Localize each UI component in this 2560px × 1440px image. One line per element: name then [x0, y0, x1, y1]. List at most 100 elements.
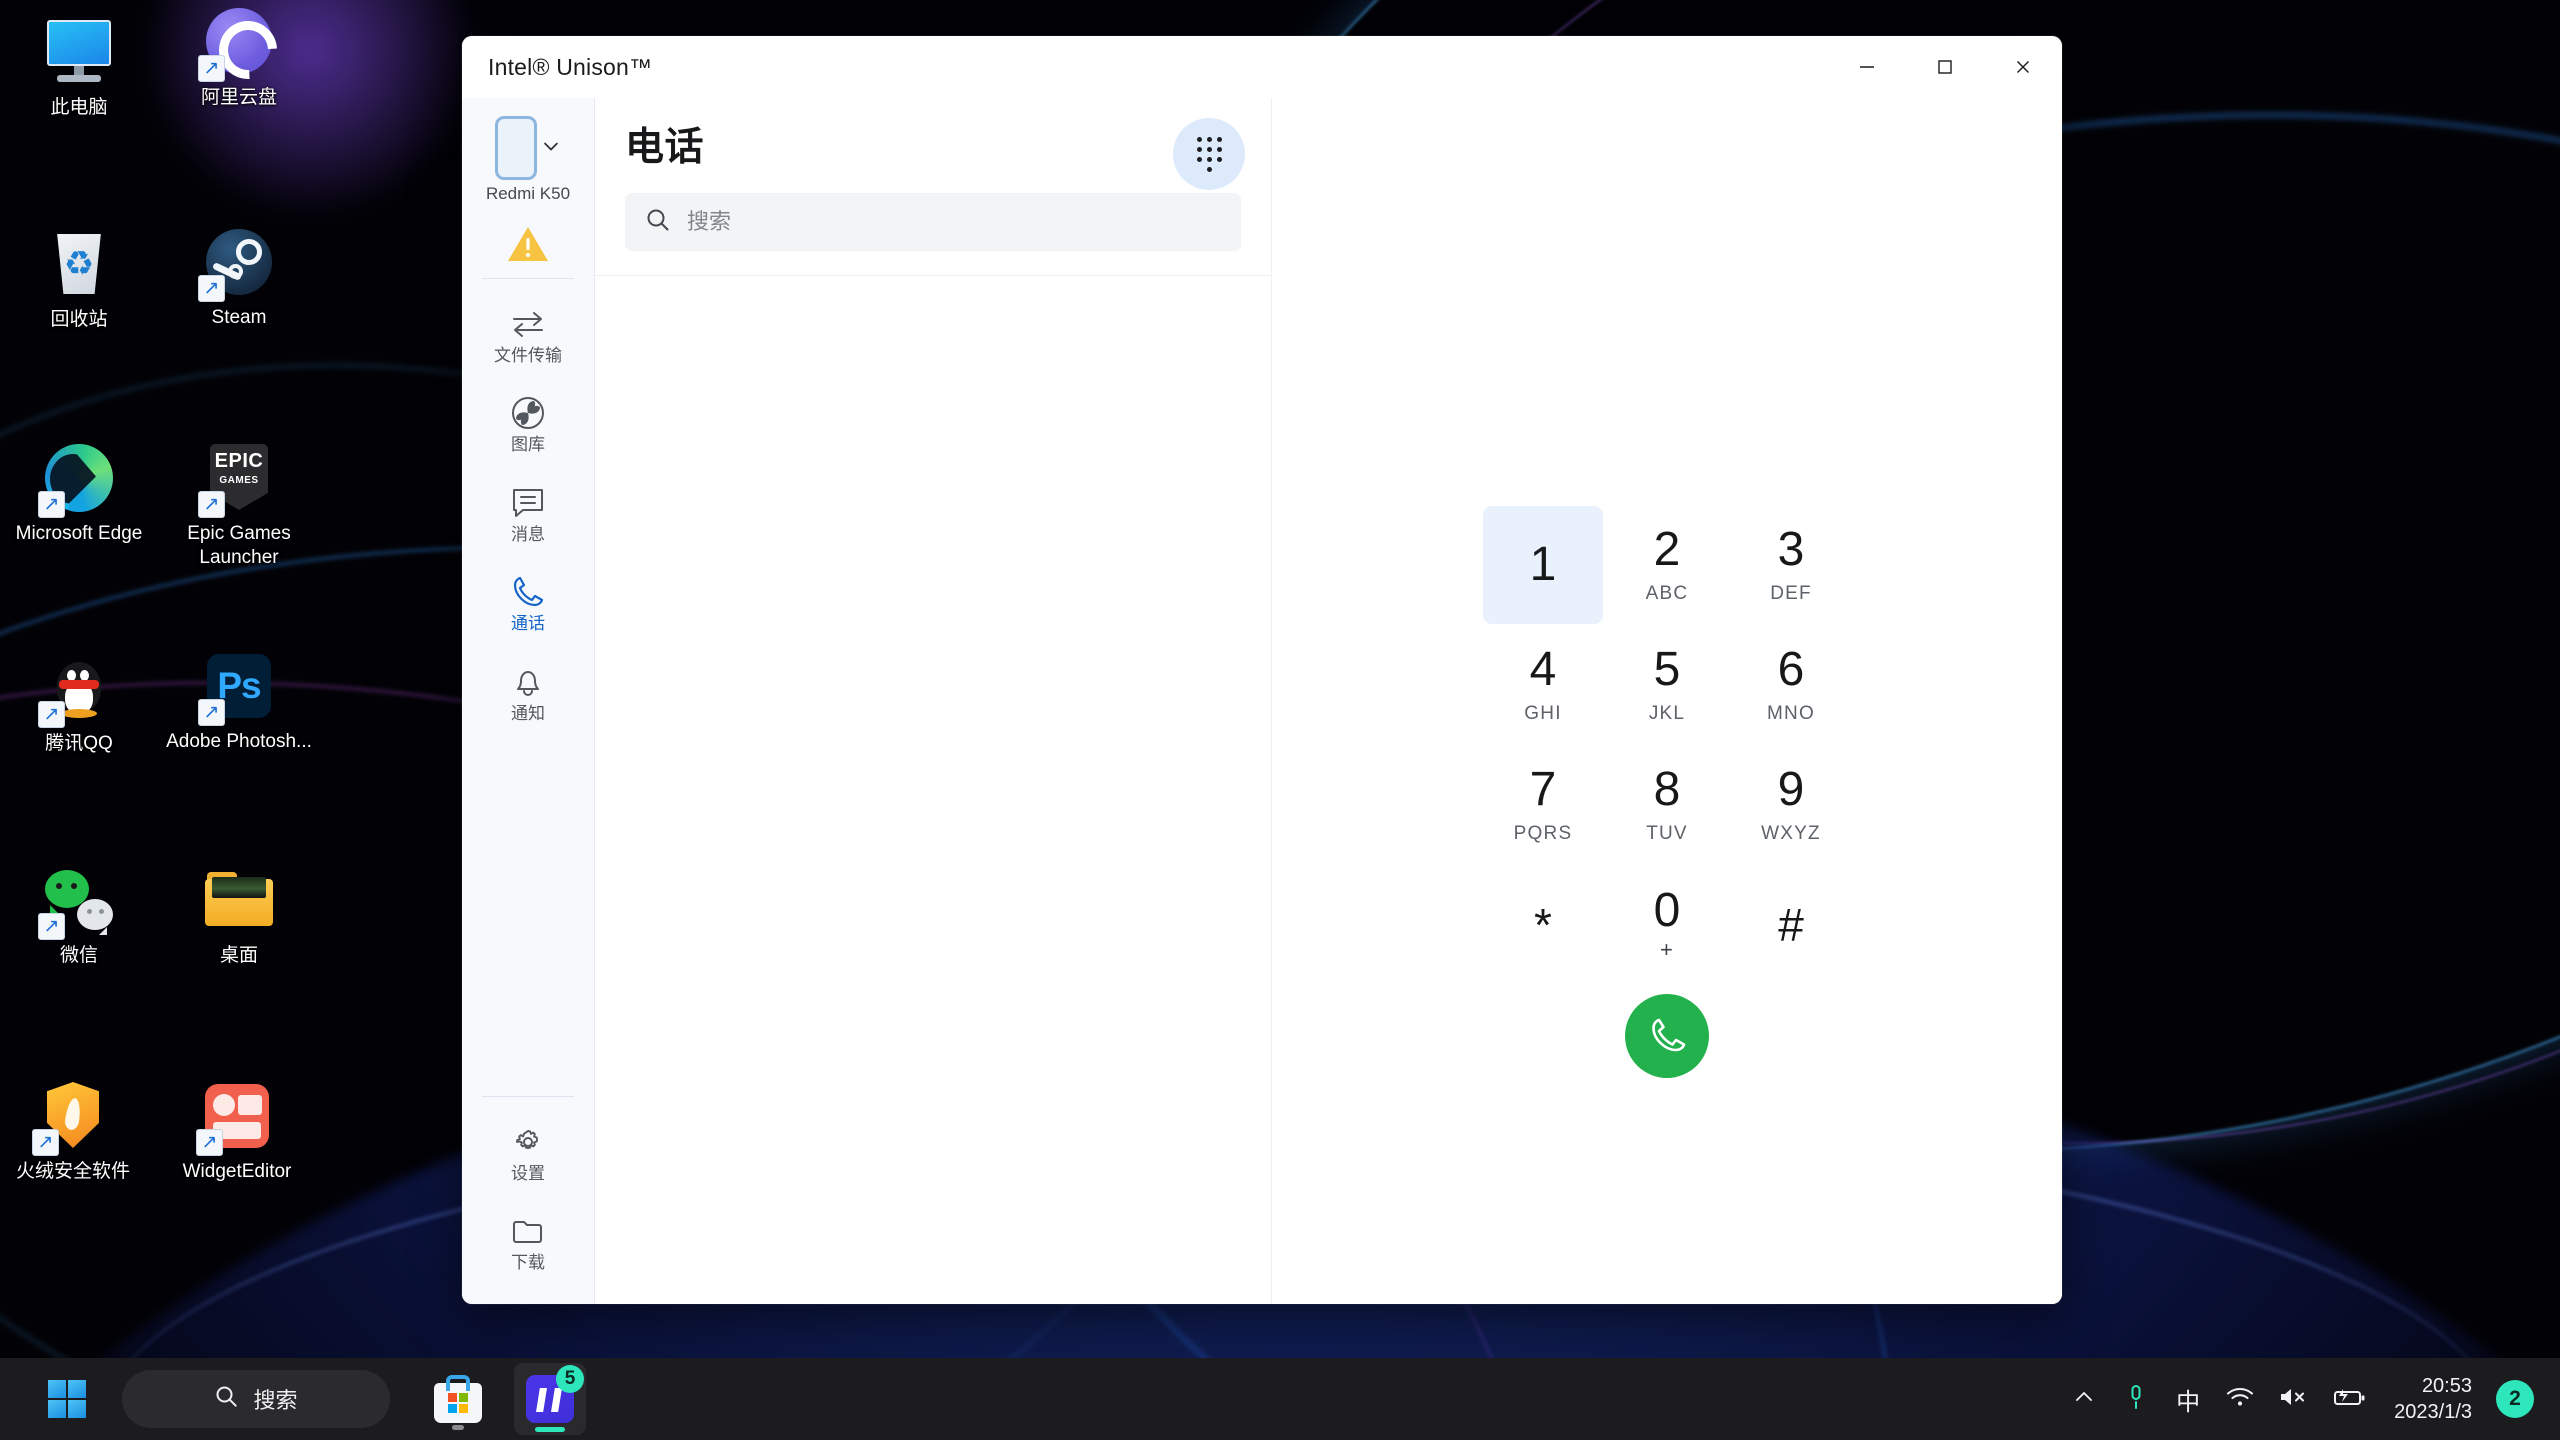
dialpad-key-5[interactable]: 5 JKL: [1607, 626, 1727, 744]
desktop-icon-epic-games-launcher[interactable]: EPIC GAMES ↗ Epic Games Launcher: [160, 440, 318, 570]
folder-icon: [201, 862, 277, 938]
windows-taskbar: 搜索 5 中 20:53 2023/1/3 2: [0, 1358, 2560, 1440]
tray-ime-button[interactable]: 中: [2164, 1368, 2212, 1430]
dialpad-key-hash[interactable]: #: [1731, 866, 1851, 984]
sidebar-item-label: 通话: [511, 614, 545, 634]
desktop-icon-adobe-photoshop[interactable]: Ps ↗ Adobe Photosh...: [160, 648, 318, 754]
taskbar-search-label: 搜索: [253, 1388, 298, 1413]
dialpad-key-2[interactable]: 2 ABC: [1607, 506, 1727, 624]
tray-microphone-button[interactable]: [2112, 1368, 2160, 1430]
key-digit: 0: [1653, 884, 1681, 937]
minimize-button[interactable]: [1828, 36, 1906, 98]
desktop-icon-tencent-qq[interactable]: ↗ 腾讯QQ: [0, 650, 158, 756]
tray-volume-button[interactable]: [2268, 1368, 2318, 1430]
key-digit: 8: [1653, 762, 1681, 816]
desktop-icon-label: 此电脑: [50, 97, 108, 118]
windows-start-icon: [48, 1380, 86, 1418]
desktop-icon-label: WidgetEditor: [182, 1161, 292, 1182]
desktop-icon-this-pc[interactable]: 此电脑: [0, 14, 158, 120]
desktop-icon-recycle-bin[interactable]: 回收站: [0, 226, 158, 332]
tray-network-button[interactable]: [2216, 1368, 2264, 1430]
dialpad-key-7[interactable]: 7 PQRS: [1483, 746, 1603, 864]
clock-date: 2023/1/3: [2394, 1401, 2472, 1423]
sidebar-item-label: 设置: [511, 1163, 545, 1183]
connection-warning-button[interactable]: [462, 210, 594, 276]
phone-outline-icon: [494, 116, 537, 180]
sidebar-item-gallery[interactable]: 图库: [462, 378, 594, 468]
phone-number-field[interactable]: [1457, 418, 1877, 488]
key-digit: 4: [1529, 642, 1557, 696]
desktop-icon-aliyun-drive[interactable]: ↗ 阿里云盘: [160, 4, 318, 110]
sidebar-item-label: 消息: [511, 524, 545, 544]
sidebar-item-file-transfer[interactable]: 文件传输: [462, 289, 594, 379]
sidebar-item-messages[interactable]: 消息: [462, 468, 594, 558]
notification-center-badge[interactable]: 2: [2496, 1380, 2534, 1418]
sidebar-item-downloads[interactable]: 下载: [462, 1196, 594, 1286]
dialpad-key-4[interactable]: 4 GHI: [1483, 626, 1603, 744]
device-selector[interactable]: Redmi K50: [462, 116, 594, 210]
key-digit: 1: [1529, 538, 1557, 591]
sidebar-item-label: 图库: [511, 435, 545, 455]
tray-expand-button[interactable]: [2060, 1368, 2108, 1430]
key-digit: 6: [1777, 642, 1805, 696]
window-title: Intel® Unison™: [488, 53, 653, 80]
taskbar-search-button[interactable]: 搜索: [122, 1370, 390, 1428]
shortcut-overlay-icon: ↗: [196, 1129, 223, 1156]
taskbar-app-microsoft-store[interactable]: [422, 1363, 494, 1435]
adobe-photoshop-icon: Ps ↗: [198, 648, 277, 726]
dialpad-key-1[interactable]: 1: [1483, 506, 1603, 624]
desktop-icon-widget-editor[interactable]: ↗ WidgetEditor: [158, 1078, 316, 1184]
close-button[interactable]: [1984, 36, 2062, 98]
shortcut-overlay-icon: ↗: [38, 491, 65, 518]
microsoft-edge-icon: ↗: [38, 440, 117, 518]
taskbar-app-intel-unison[interactable]: 5: [514, 1363, 586, 1435]
device-name-label: Redmi K50: [485, 184, 571, 203]
sidebar-item-settings[interactable]: 设置: [462, 1107, 594, 1197]
key-letters: WXYZ: [1761, 822, 1821, 844]
desktop-icon-wechat[interactable]: ↗ 微信: [0, 862, 158, 968]
phone-number-input[interactable]: [1457, 428, 1877, 478]
sidebar-item-calls[interactable]: 通话: [462, 557, 594, 647]
rail-nav-list: 文件传输 图库 消息 通话 通知: [462, 289, 594, 737]
tray-battery-button[interactable]: [2322, 1368, 2376, 1430]
desktop: 此电脑 ↗ 阿里云盘 回收站 ↗ Steam ↗: [0, 0, 2560, 1440]
window-titlebar[interactable]: Intel® Unison™: [462, 36, 2062, 98]
key-digit: *: [1534, 899, 1552, 951]
dialpad-key-6[interactable]: 6 MNO: [1731, 626, 1851, 744]
dialpad-toggle-button[interactable]: [1173, 118, 1245, 190]
desktop-icon-steam[interactable]: ↗ Steam: [160, 224, 318, 330]
call-button[interactable]: [1625, 994, 1709, 1078]
steam-icon: ↗: [198, 224, 277, 302]
call-history-list[interactable]: [595, 276, 1271, 1304]
desktop-icon-label: 微信: [59, 945, 98, 966]
search-input[interactable]: [687, 209, 1221, 235]
desktop-icon-microsoft-edge[interactable]: ↗ Microsoft Edge: [0, 440, 158, 546]
sidebar-item-notifications[interactable]: 通知: [462, 647, 594, 737]
start-button[interactable]: [34, 1366, 100, 1432]
desktop-icon-grid: 此电脑 ↗ 阿里云盘 回收站 ↗ Steam ↗: [0, 0, 340, 1250]
desktop-icon-desktop-folder[interactable]: 桌面: [160, 862, 318, 968]
dialpad-key-8[interactable]: 8 TUV: [1607, 746, 1727, 864]
key-letters: GHI: [1524, 702, 1562, 724]
dialpad-key-star[interactable]: *: [1483, 866, 1603, 984]
dialpad-key-3[interactable]: 3 DEF: [1731, 506, 1851, 624]
taskbar-system-tray: 中 20:53 2023/1/3 2: [2060, 1368, 2534, 1430]
shortcut-overlay-icon: ↗: [32, 1129, 59, 1156]
taskbar-clock[interactable]: 20:53 2023/1/3: [2380, 1373, 2486, 1425]
dialpad-key-0[interactable]: 0 +: [1607, 866, 1727, 984]
search-box[interactable]: [625, 193, 1241, 251]
key-letters: TUV: [1646, 822, 1688, 844]
shortcut-overlay-icon: ↗: [38, 913, 65, 940]
dialpad-keypad: 1 2 ABC 3 DEF 4 GHI 5 JKL 6 MNO 7 PQRS 8…: [1483, 506, 1851, 986]
maximize-button[interactable]: [1906, 36, 1984, 98]
desktop-icon-huorong-security[interactable]: ↗ 火绒安全软件: [0, 1078, 152, 1184]
shortcut-overlay-icon: ↗: [198, 275, 225, 302]
key-letters: +: [1659, 937, 1675, 962]
epic-logo-line2: GAMES: [219, 475, 259, 486]
clock-time: 20:53: [2421, 1375, 2472, 1397]
aliyun-drive-icon: ↗: [198, 4, 277, 82]
dialpad-key-9[interactable]: 9 WXYZ: [1731, 746, 1851, 864]
chevron-up-icon: [2072, 1385, 2096, 1414]
microphone-icon: [2123, 1383, 2149, 1416]
search-wrapper: [625, 193, 1241, 251]
